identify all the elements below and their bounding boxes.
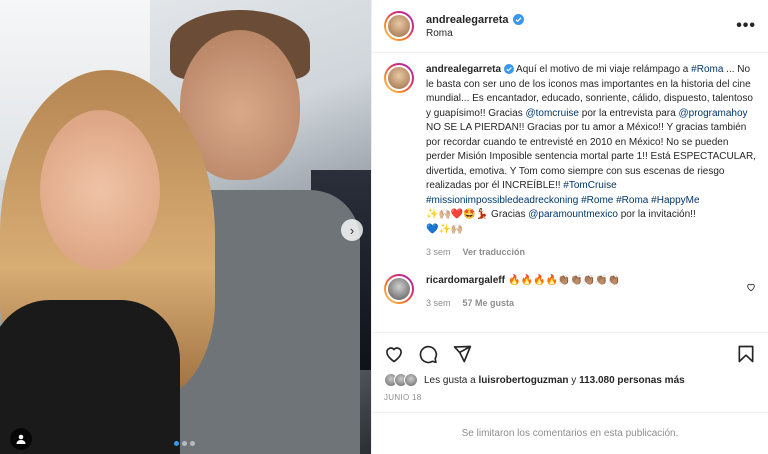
caption-time[interactable]: 3 sem (426, 245, 451, 260)
more-options-button[interactable]: ••• (736, 17, 756, 35)
mention-link[interactable]: @paramountmexico (528, 209, 618, 220)
caption-row: andrealegarreta Aquí el motivo de mi via… (384, 63, 756, 260)
hashtag-link[interactable]: #HappyMe (651, 195, 699, 206)
liker-avatars (384, 373, 418, 387)
mention-link[interactable]: @programahoy (678, 108, 747, 119)
like-comment-heart-icon[interactable] (746, 282, 756, 292)
caption-username[interactable]: andrealegarreta (426, 64, 501, 75)
post-photo[interactable]: › (0, 0, 371, 454)
post-header: andrealegarreta Roma ••• (372, 0, 768, 53)
likes-prefix: Les gusta a (424, 374, 479, 386)
mention-link[interactable]: @tomcruise (525, 108, 579, 119)
comment-bubble-icon[interactable] (418, 344, 438, 364)
user-icon (16, 434, 26, 444)
author-username[interactable]: andrealegarreta (426, 14, 509, 26)
commenter-avatar[interactable] (384, 273, 414, 304)
carousel-dots (174, 441, 195, 446)
chevron-right-icon: › (349, 222, 355, 238)
caption-part: Aquí el motivo de mi viaje relámpago a (513, 64, 692, 75)
comment-likes[interactable]: 57 Me gusta (463, 296, 515, 311)
hashtag-link[interactable]: #TomCruise (563, 180, 616, 191)
comment-time[interactable]: 3 sem (426, 296, 451, 311)
post-details-panel: andrealegarreta Roma ••• andrealegarreta… (371, 0, 768, 454)
comment-text: ricardomargaleff 🔥🔥🔥🔥👏🏽👏🏽👏🏽👏🏽👏🏽 3 sem 57… (426, 274, 734, 311)
see-translation-button[interactable]: Ver traducción (463, 245, 526, 260)
like-heart-icon[interactable] (384, 344, 404, 364)
likes-count[interactable]: 113.080 personas más (579, 375, 685, 386)
caption-emojis: 💙✨🙌🏼 (426, 223, 464, 235)
liker-username[interactable]: luisrobertoguzman (478, 375, 568, 386)
caption-emojis: ✨🙌🏼❤️🤩💃🏻 (426, 209, 489, 220)
likes-middle: y (568, 374, 580, 386)
carousel-dot (174, 441, 179, 446)
hashtag-link[interactable]: #Roma (616, 195, 648, 206)
verified-badge-icon (512, 14, 524, 25)
comments-limited-notice: Se limitaron los comentarios en esta pub… (372, 412, 768, 454)
commenter-username[interactable]: ricardomargaleff (426, 275, 505, 286)
caption-text: andrealegarreta Aquí el motivo de mi via… (426, 63, 756, 260)
hashtag-link[interactable]: #Rome (581, 195, 613, 206)
share-send-icon[interactable] (452, 344, 472, 364)
post-date[interactable]: JUNIO 18 (384, 393, 756, 402)
carousel-dot (190, 441, 195, 446)
save-bookmark-icon[interactable] (736, 344, 756, 364)
caption-part: Gracias (488, 209, 529, 220)
verified-badge-icon (503, 64, 514, 74)
hashtag-link[interactable]: #missionimpossibledeadreckoning (426, 195, 578, 206)
author-avatar[interactable] (384, 11, 414, 41)
instagram-post-modal: › andrealegarreta Roma ••• andrealegarre… (0, 0, 768, 454)
comments-area: andrealegarreta Aquí el motivo de mi via… (372, 53, 768, 332)
post-actions: Les gusta a luisrobertoguzman y 113.080 … (372, 332, 768, 402)
comment-content: 🔥🔥🔥🔥👏🏽👏🏽👏🏽👏🏽👏🏽 (504, 274, 621, 286)
hashtag-link[interactable]: #Roma (691, 64, 723, 75)
post-location[interactable]: Roma (426, 28, 736, 39)
comment-row: ricardomargaleff 🔥🔥🔥🔥👏🏽👏🏽👏🏽👏🏽👏🏽 3 sem 57… (384, 273, 756, 311)
tagged-users-button[interactable] (10, 428, 32, 450)
caption-author-avatar[interactable] (384, 63, 414, 93)
carousel-dot (182, 441, 187, 446)
caption-part: por la entrevista para (578, 107, 679, 119)
caption-part: por la invitación!! (617, 209, 696, 220)
photo-person-left (0, 70, 220, 454)
likes-summary: Les gusta a luisrobertoguzman y 113.080 … (384, 373, 756, 387)
carousel-next-button[interactable]: › (341, 219, 363, 241)
